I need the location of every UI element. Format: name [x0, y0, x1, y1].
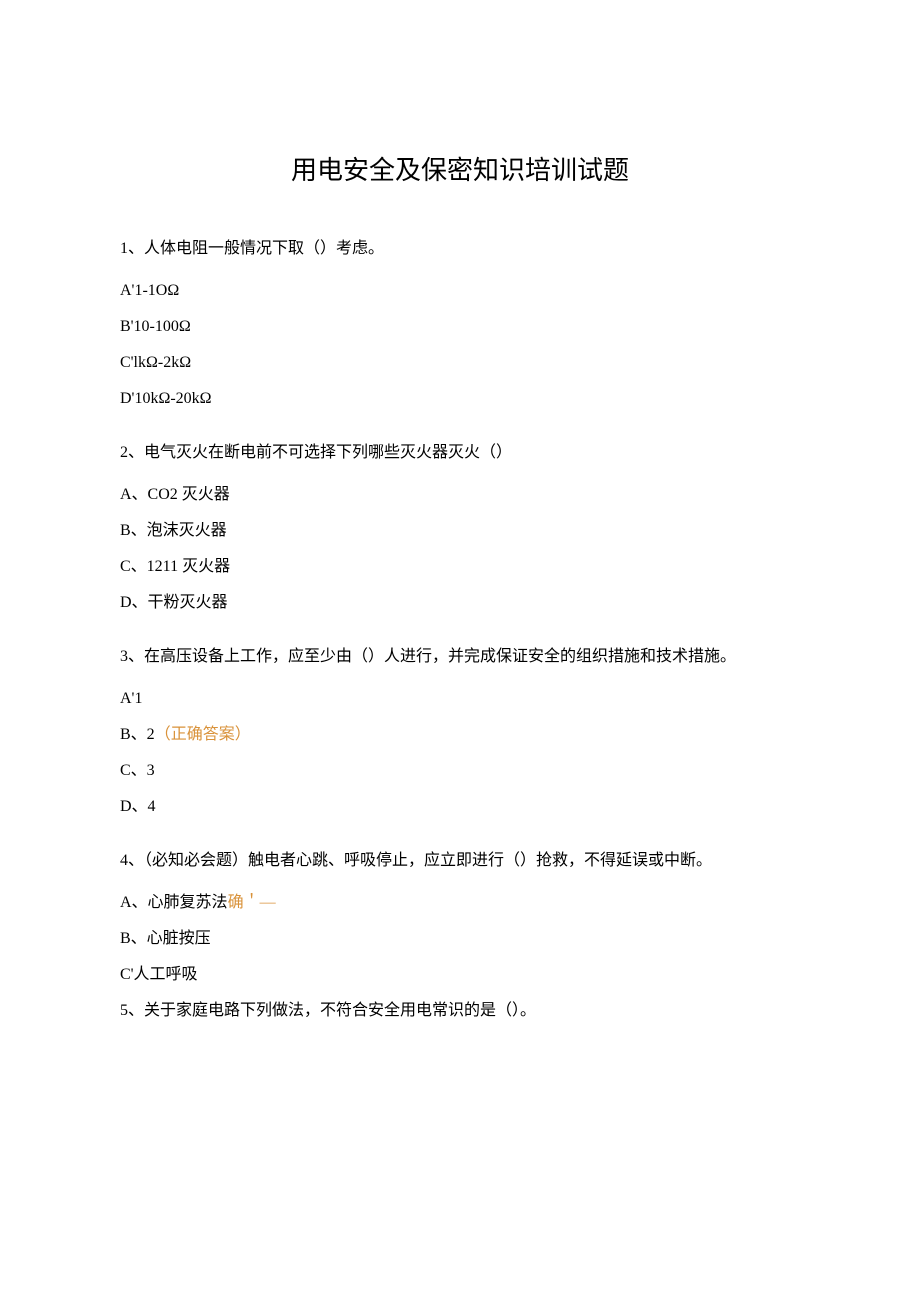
q4-option-b: B、心脏按压: [120, 927, 800, 951]
q3-option-b: B、2（正确答案）: [120, 723, 800, 747]
q4-option-a-prefix: A、心肺复苏法: [120, 894, 228, 911]
question-2: 2、电气灭火在断电前不可选择下列哪些灭火器灭火（）: [120, 441, 800, 465]
q1-option-b: B'10-100Ω: [120, 315, 800, 339]
question-4: 4、（必知必会题）触电者心跳、呼吸停止，应立即进行（）抢救，不得延误或中断。: [120, 849, 800, 873]
question-5: 5、关于家庭电路下列做法，不符合安全用电常识的是（）。: [120, 999, 800, 1023]
question-3: 3、在高压设备上工作，应至少由（）人进行，并完成保证安全的组织措施和技术措施。: [120, 645, 800, 669]
q4-option-c: C'人工呼吸: [120, 963, 800, 987]
q1-option-a: A'1-1OΩ: [120, 279, 800, 303]
q1-option-c: C'lkΩ-2kΩ: [120, 351, 800, 375]
q3-option-c: C、3: [120, 759, 800, 783]
correct-answer-label: （正确答案）: [155, 726, 251, 743]
q2-option-d: D、干粉灭火器: [120, 591, 800, 615]
q4-option-a: A、心肺复苏法确＇—: [120, 891, 800, 915]
question-1: 1、人体电阻一般情况下取（）考虑。: [120, 237, 800, 261]
q2-option-b: B、泡沫灭火器: [120, 519, 800, 543]
q3-option-d: D、4: [120, 795, 800, 819]
q1-option-d: D'10kΩ-20kΩ: [120, 387, 800, 411]
document-title: 用电安全及保密知识培训试题: [120, 150, 800, 187]
q2-option-c: C、1211 灭火器: [120, 555, 800, 579]
q2-option-a: A、CO2 灭火器: [120, 483, 800, 507]
page: 用电安全及保密知识培训试题 1、人体电阻一般情况下取（）考虑。 A'1-1OΩ …: [0, 0, 920, 1095]
q4-option-a-annotation: 确＇—: [228, 894, 276, 911]
q3-option-a: A'1: [120, 687, 800, 711]
q3-option-b-prefix: B、2: [120, 726, 155, 743]
